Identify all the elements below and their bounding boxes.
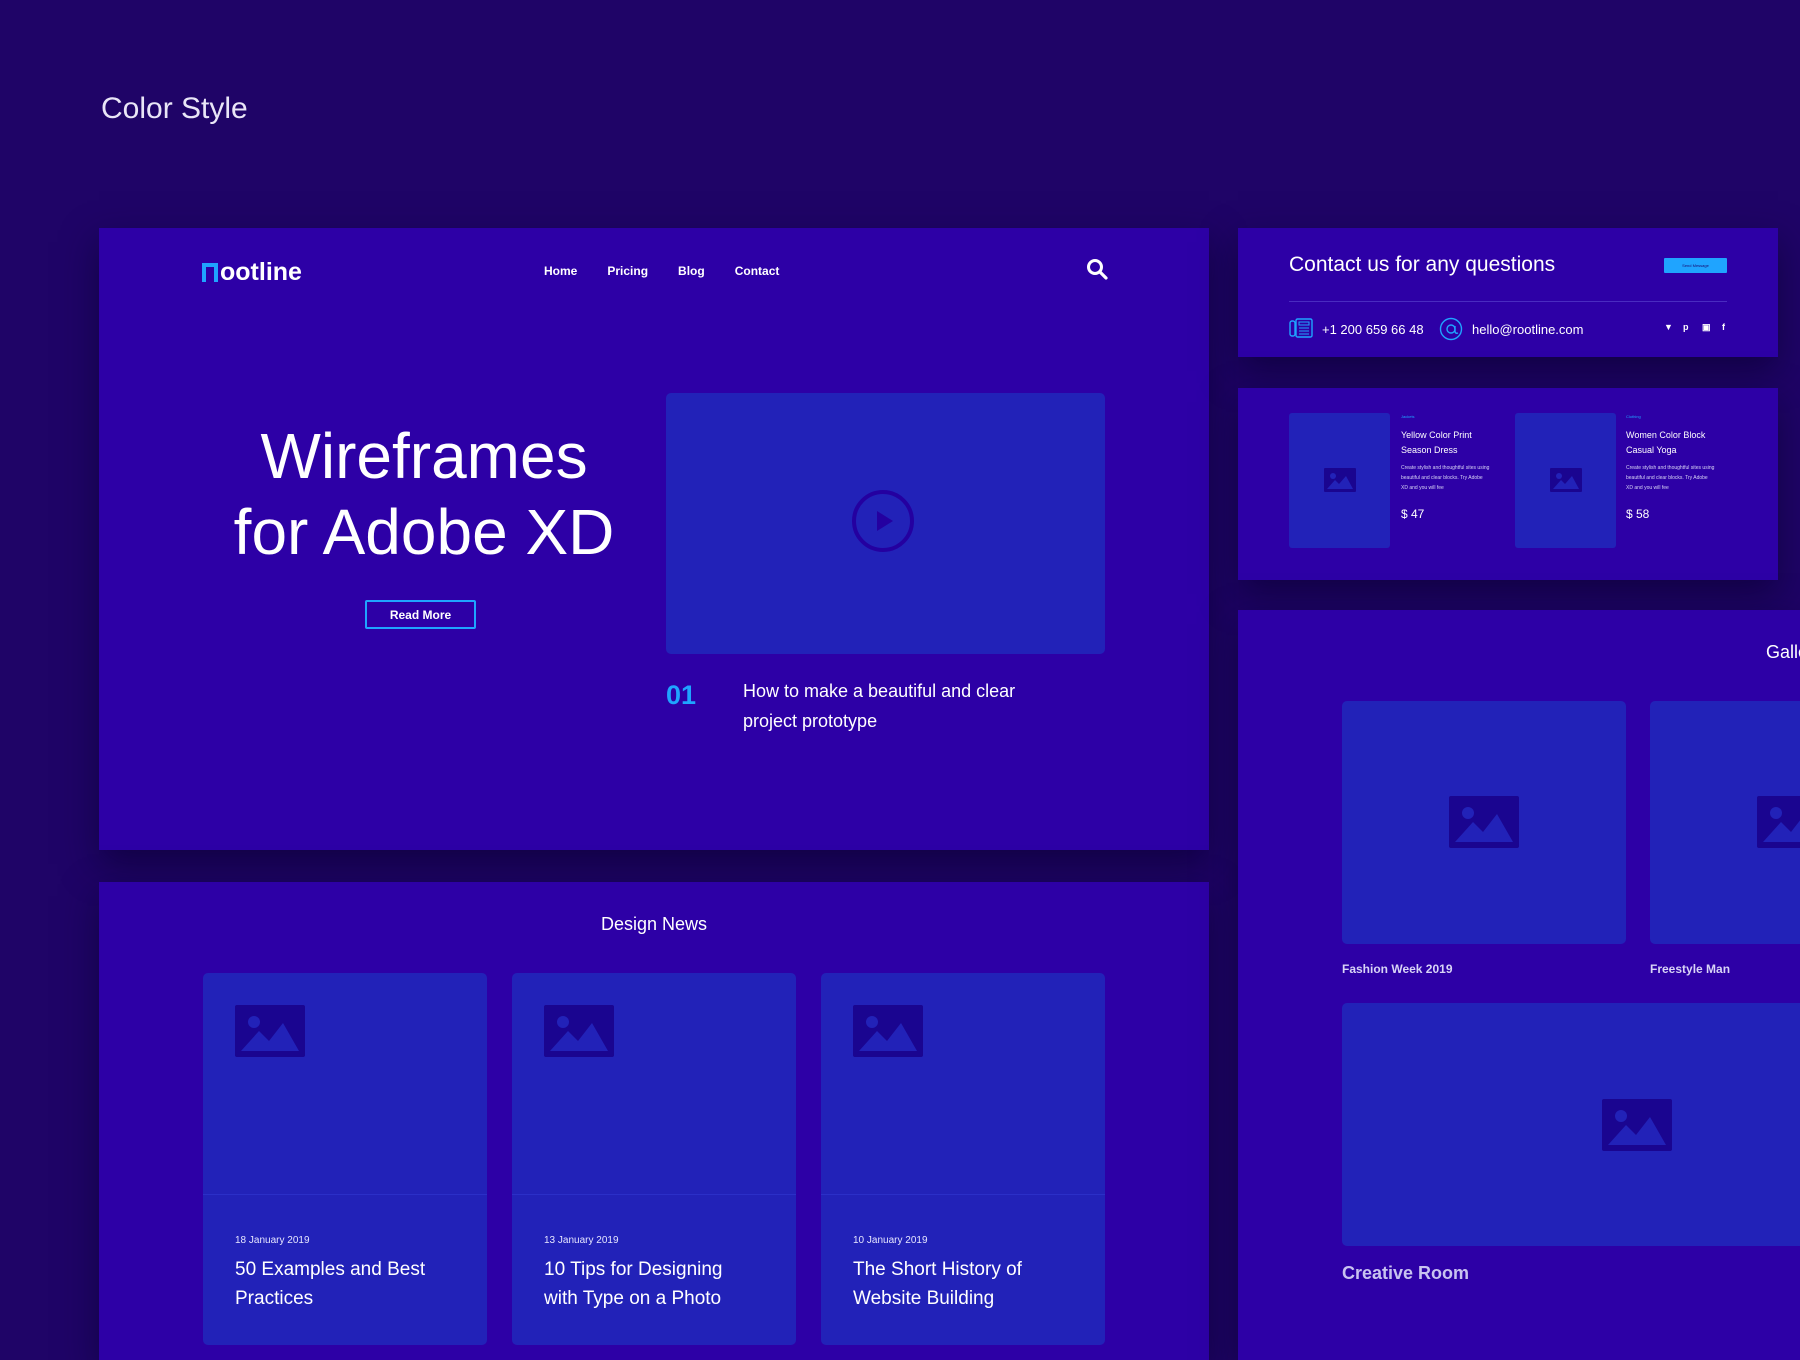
story-title[interactable]: How to make a beautiful and clear projec… xyxy=(743,676,1043,736)
gallery-tile[interactable] xyxy=(1650,701,1800,944)
card-image xyxy=(512,973,796,1195)
news-card[interactable]: 13 January 2019 10 Tips for Designing wi… xyxy=(512,973,796,1345)
read-more-button[interactable]: Read More xyxy=(365,600,476,629)
image-placeholder-icon xyxy=(1324,468,1356,492)
product-description-line3: XD and you will fee xyxy=(1626,485,1669,491)
product-description: Create stylish and thoughtful sites usin… xyxy=(1401,463,1506,493)
gallery-caption: Freestyle Man xyxy=(1650,962,1731,976)
news-title: Design News xyxy=(600,914,708,934)
story-number: 01 xyxy=(666,680,697,710)
nav-blog[interactable]: Blog xyxy=(678,264,705,278)
send-message-button[interactable]: Send Message xyxy=(1664,258,1727,273)
hero-section: ootline Home Pricing Blog Contact Wirefr… xyxy=(99,228,1209,850)
hero-heading: Wireframes for Adobe XD xyxy=(209,418,639,570)
product-description-line2: beautiful and clear blocks. Try Adobe xyxy=(1626,475,1708,481)
instagram-icon[interactable]: ▣ xyxy=(1702,322,1711,333)
contact-section: Contact us for any questions Send Messag… xyxy=(1238,228,1778,357)
image-placeholder-icon xyxy=(235,1005,305,1057)
card-title-line2: with Type on a Photo xyxy=(544,1288,722,1309)
card-title[interactable]: The Short History of Website Building xyxy=(853,1255,1083,1313)
image-placeholder-icon xyxy=(1757,796,1800,848)
card-image xyxy=(821,973,1105,1195)
product-category: Clothing xyxy=(1626,414,1641,419)
news-card[interactable]: 18 January 2019 50 Examples and Best Pra… xyxy=(203,973,487,1345)
product-description: Create stylish and thoughtful sites usin… xyxy=(1626,463,1731,493)
image-placeholder-icon xyxy=(1602,1099,1672,1151)
facebook-icon[interactable]: f xyxy=(1722,322,1725,332)
gallery-tile[interactable] xyxy=(1342,1003,1800,1246)
product-title-line1: Women Color Block xyxy=(1626,430,1706,440)
logo-text: ootline xyxy=(220,258,302,286)
phone-icon xyxy=(1289,318,1313,338)
hero-heading-line1: Wireframes xyxy=(260,420,588,492)
story-title-line1: How to make a beautiful and clear xyxy=(743,681,1016,701)
image-placeholder-icon xyxy=(544,1005,614,1057)
card-title-line2: Website Building xyxy=(853,1288,995,1309)
product-title[interactable]: Yellow Color Print Season Dress xyxy=(1401,428,1501,458)
story-title-line2: project prototype xyxy=(743,711,878,731)
logo-mark-icon xyxy=(202,263,218,282)
product-price: $ 58 xyxy=(1626,507,1650,521)
gallery-section: Galle Fashion Week 2019 Freestyle Man Cr… xyxy=(1238,610,1800,1360)
gallery-title: Galle xyxy=(1766,642,1800,662)
pinterest-icon[interactable]: p xyxy=(1683,322,1689,332)
product-title-line1: Yellow Color Print xyxy=(1401,430,1472,440)
at-icon xyxy=(1439,317,1463,341)
product-price: $ 47 xyxy=(1401,507,1425,521)
divider xyxy=(1289,301,1727,302)
card-date: 13 January 2019 xyxy=(544,1235,619,1246)
main-nav: Home Pricing Blog Contact xyxy=(544,264,779,278)
contact-title: Contact us for any questions xyxy=(1289,253,1556,276)
design-news-section: Design News 18 January 2019 50 Examples … xyxy=(99,882,1209,1360)
product-description-line1: Create stylish and thoughtful sites usin… xyxy=(1401,465,1490,471)
products-section: Jackets Yellow Color Print Season Dress … xyxy=(1238,388,1778,580)
product-description-line3: XD and you will fee xyxy=(1401,485,1444,491)
nav-pricing[interactable]: Pricing xyxy=(607,264,648,278)
card-date: 10 January 2019 xyxy=(853,1235,928,1246)
product-description-line1: Create stylish and thoughtful sites usin… xyxy=(1626,465,1715,471)
gallery-caption: Fashion Week 2019 xyxy=(1342,962,1453,976)
product-image[interactable] xyxy=(1289,413,1390,548)
nav-home[interactable]: Home xyxy=(544,264,577,278)
email-address[interactable]: hello@rootline.com xyxy=(1472,322,1583,337)
play-icon[interactable] xyxy=(851,489,915,553)
video-player[interactable] xyxy=(666,393,1105,654)
card-title[interactable]: 10 Tips for Designing with Type on a Pho… xyxy=(544,1255,774,1313)
card-title[interactable]: 50 Examples and Best Practices xyxy=(235,1255,465,1313)
card-title-line1: The Short History of xyxy=(853,1259,1022,1280)
logo[interactable]: ootline xyxy=(202,258,302,287)
hero-heading-line2: for Adobe XD xyxy=(233,496,615,568)
image-placeholder-icon xyxy=(1449,796,1519,848)
card-date: 18 January 2019 xyxy=(235,1235,310,1246)
card-image xyxy=(203,973,487,1195)
card-title-line1: 10 Tips for Designing xyxy=(544,1259,723,1280)
product-description-line2: beautiful and clear blocks. Try Adobe xyxy=(1401,475,1483,481)
twitter-icon[interactable]: ▼ xyxy=(1664,322,1673,332)
gallery-tile[interactable] xyxy=(1342,701,1626,944)
product-title-line2: Season Dress xyxy=(1401,445,1458,455)
page-title: Color Style xyxy=(101,92,248,125)
gallery-caption: Creative Room xyxy=(1342,1263,1470,1283)
nav-contact[interactable]: Contact xyxy=(735,264,780,278)
product-title-line2: Casual Yoga xyxy=(1626,445,1677,455)
image-placeholder-icon xyxy=(1550,468,1582,492)
card-title-line1: 50 Examples and Best xyxy=(235,1259,426,1280)
image-placeholder-icon xyxy=(853,1005,923,1057)
phone-number[interactable]: +1 200 659 66 48 xyxy=(1322,322,1424,337)
search-icon[interactable] xyxy=(1086,258,1108,280)
card-title-line2: Practices xyxy=(235,1288,314,1309)
product-title[interactable]: Women Color Block Casual Yoga xyxy=(1626,428,1726,458)
product-image[interactable] xyxy=(1515,413,1616,548)
news-card[interactable]: 10 January 2019 The Short History of Web… xyxy=(821,973,1105,1345)
product-category: Jackets xyxy=(1401,414,1415,419)
